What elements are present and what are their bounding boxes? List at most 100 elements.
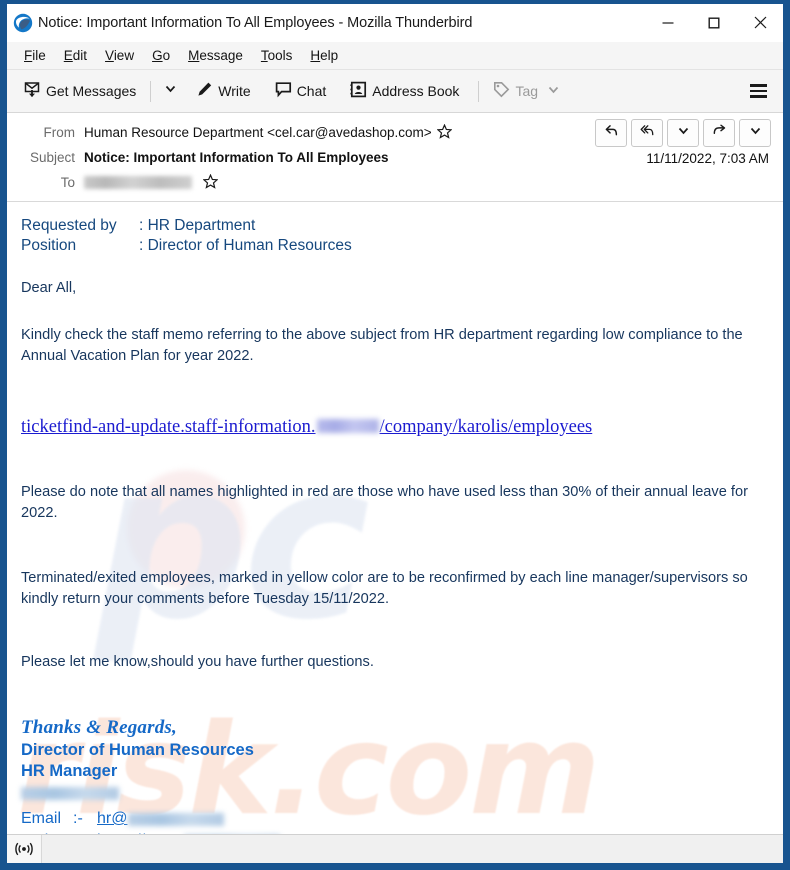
message-header: From Human Resource Department <cel.car@… xyxy=(7,113,783,202)
link-prefix: ticketfind-and-update.staff-information. xyxy=(21,417,316,437)
maximize-button[interactable] xyxy=(691,4,737,41)
speech-bubble-icon xyxy=(275,81,292,101)
to-row: To xyxy=(7,170,783,195)
signature-thanks: Thanks & Regards, xyxy=(21,717,177,738)
signature-email-row: Email:- hr@ xyxy=(21,808,767,830)
envelope-download-icon xyxy=(24,81,41,101)
chat-button[interactable]: Chat xyxy=(268,77,334,105)
get-messages-button[interactable]: Get Messages xyxy=(17,77,143,105)
signature-email-sep: :- xyxy=(73,810,83,827)
menu-help[interactable]: Help xyxy=(301,46,347,65)
tag-label: Tag xyxy=(515,83,539,99)
close-button[interactable] xyxy=(737,4,783,41)
signature-title: Director of Human Resources xyxy=(21,741,254,759)
link-suffix: /company/karolis/employees xyxy=(379,417,593,437)
write-button[interactable]: Write xyxy=(189,77,257,105)
meta-row-requested-by: Requested by: HR Department xyxy=(21,216,767,236)
phishing-link-wrap: ticketfind-and-update.staff-information.… xyxy=(21,417,767,438)
reply-all-button[interactable] xyxy=(631,119,663,147)
chevron-down-icon xyxy=(677,124,690,142)
paragraph-3: Terminated/exited employees, marked in y… xyxy=(21,570,748,607)
star-icon[interactable] xyxy=(436,123,453,142)
more-actions-button[interactable] xyxy=(739,119,771,147)
reply-button[interactable] xyxy=(595,119,627,147)
broadcast-signal-icon[interactable] xyxy=(7,835,42,863)
menu-view[interactable]: View xyxy=(96,46,143,65)
menu-file-rest: ile xyxy=(32,48,46,63)
address-book-button[interactable]: Address Book xyxy=(343,77,466,105)
meta-value-requested-by: : HR Department xyxy=(139,217,256,234)
email-signature: Thanks & Regards, Director of Human Reso… xyxy=(21,717,767,834)
menu-tools-accel: T xyxy=(260,48,268,63)
menu-view-rest: iew xyxy=(113,48,135,63)
signature-web-value[interactable]: https://www. xyxy=(97,830,183,834)
signature-web-label: Web xyxy=(21,830,73,834)
hamburger-line-2 xyxy=(750,89,767,93)
signature-email-redacted xyxy=(128,812,225,826)
hamburger-line-3 xyxy=(750,95,767,98)
main-toolbar: Get Messages Write Chat Address Book Tag xyxy=(7,70,783,113)
status-bar xyxy=(7,834,783,863)
address-book-label: Address Book xyxy=(372,83,460,99)
link-redacted-domain xyxy=(316,419,379,433)
signature-role: HR Manager xyxy=(21,762,118,780)
paragraph-2: Please do note that all names highlighte… xyxy=(21,484,748,521)
signature-domain-redacted xyxy=(21,787,119,800)
title-bar: Notice: Important Information To All Emp… xyxy=(7,4,783,42)
to-value-wrap xyxy=(84,173,219,192)
message-action-buttons xyxy=(595,119,771,147)
menu-edit-rest: dit xyxy=(72,48,88,63)
menu-edit[interactable]: Edit xyxy=(55,46,96,65)
message-content: Requested by: HR Department Position : Di… xyxy=(21,216,767,834)
minimize-button[interactable] xyxy=(645,4,691,41)
menu-file[interactable]: File xyxy=(15,46,55,65)
contact-card-icon xyxy=(350,81,367,101)
hamburger-line-1 xyxy=(750,84,767,87)
menu-message[interactable]: Message xyxy=(179,46,252,65)
subject-label: Subject xyxy=(29,150,75,165)
email-meta-block: Requested by: HR Department Position : Di… xyxy=(21,216,767,256)
get-messages-dropdown[interactable] xyxy=(158,78,183,104)
menu-tools[interactable]: Tools xyxy=(252,46,302,65)
from-value[interactable]: Human Resource Department <cel.car@aveda… xyxy=(84,125,432,140)
star-icon[interactable] xyxy=(202,173,219,192)
window-frame: Notice: Important Information To All Emp… xyxy=(0,0,790,870)
paragraph-4: Please let me know,should you have furth… xyxy=(21,654,374,670)
get-messages-label: Get Messages xyxy=(46,83,137,99)
menu-help-rest: elp xyxy=(320,48,339,63)
signature-web-row: Web:-https://www. xyxy=(21,830,767,834)
hamburger-menu-icon[interactable] xyxy=(742,79,775,103)
window-controls xyxy=(645,4,783,41)
tag-icon xyxy=(493,81,510,101)
tag-button[interactable]: Tag xyxy=(486,77,567,105)
menu-tools-rest: ools xyxy=(267,48,293,63)
chat-label: Chat xyxy=(296,83,327,99)
menu-go[interactable]: Go xyxy=(143,46,179,65)
from-label: From xyxy=(43,125,76,140)
thunderbird-window: Notice: Important Information To All Emp… xyxy=(0,0,790,870)
to-value-redacted xyxy=(84,176,192,189)
menu-go-accel: G xyxy=(152,48,163,63)
menu-file-accel: F xyxy=(24,48,33,63)
window-title: Notice: Important Information To All Emp… xyxy=(38,14,473,31)
to-label: To xyxy=(60,175,75,190)
reply-more-button[interactable] xyxy=(667,119,699,147)
toolbar-divider-2 xyxy=(478,80,480,102)
reply-arrow-icon xyxy=(604,123,619,143)
thunderbird-icon xyxy=(13,13,33,33)
meta-label-position: Position xyxy=(21,237,77,254)
paragraph-1: Kindly check the staff memo referring to… xyxy=(21,327,743,364)
forward-button[interactable] xyxy=(703,119,735,147)
meta-value-position: : Director of Human Resources xyxy=(139,237,352,254)
menu-view-accel: V xyxy=(105,48,114,63)
from-value-wrap: Human Resource Department <cel.car@aveda… xyxy=(84,123,453,142)
reply-all-arrow-icon xyxy=(640,123,655,143)
phishing-link[interactable]: ticketfind-and-update.staff-information.… xyxy=(21,417,592,438)
signature-email-value[interactable]: hr@ xyxy=(97,808,127,830)
menu-help-accel: H xyxy=(310,48,321,63)
toolbar-divider-1 xyxy=(150,80,152,102)
